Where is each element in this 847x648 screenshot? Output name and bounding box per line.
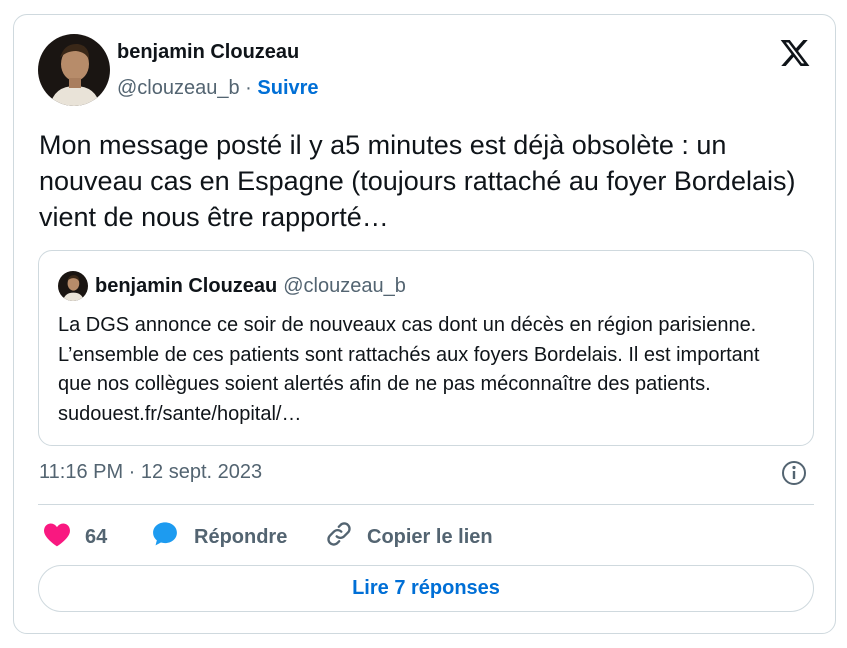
quoted-tweet-text: La DGS annonce ce soir de nouveaux cas d… [58,314,760,425]
tweet-timestamp[interactable]: 11:16 PM · 12 sept. 2023 [39,461,262,484]
quoted-author-avatar [58,271,88,301]
reply-label: Répondre [194,525,288,548]
x-logo-icon[interactable] [779,37,811,69]
tweet-text: Mon message posté il y a5 minutes est dé… [39,130,796,232]
follow-button[interactable]: Suivre [257,77,318,99]
copy-link-label: Copier le lien [367,525,493,548]
tweet-card: benjamin Clouzeau @clouzeau_b · Suivre M… [13,14,836,634]
author-handle[interactable]: @clouzeau_b [117,77,240,99]
quoted-author-name: benjamin Clouzeau [95,275,278,297]
like-button[interactable]: 64 [43,523,107,551]
author-handle-row: @clouzeau_b · Suivre [117,77,319,100]
read-replies-button[interactable]: Lire 7 réponses [38,565,814,612]
link-icon [325,520,367,554]
separator-dot: · [245,77,252,99]
info-icon[interactable] [780,459,808,487]
divider [38,504,814,505]
quoted-author-handle: @clouzeau_b [283,275,406,297]
speech-bubble-icon [150,520,194,554]
copy-link-button[interactable]: Copier le lien [325,520,493,554]
like-count: 64 [85,525,108,548]
author-avatar[interactable] [38,34,110,106]
author-name[interactable]: benjamin Clouzeau [117,41,299,64]
heart-icon [43,521,85,553]
quoted-tweet[interactable]: benjamin Clouzeau @clouzeau_b La DGS anno… [38,250,814,446]
quoted-author-line: benjamin Clouzeau @clouzeau_b [95,275,406,298]
reply-button[interactable]: Répondre [150,520,288,554]
